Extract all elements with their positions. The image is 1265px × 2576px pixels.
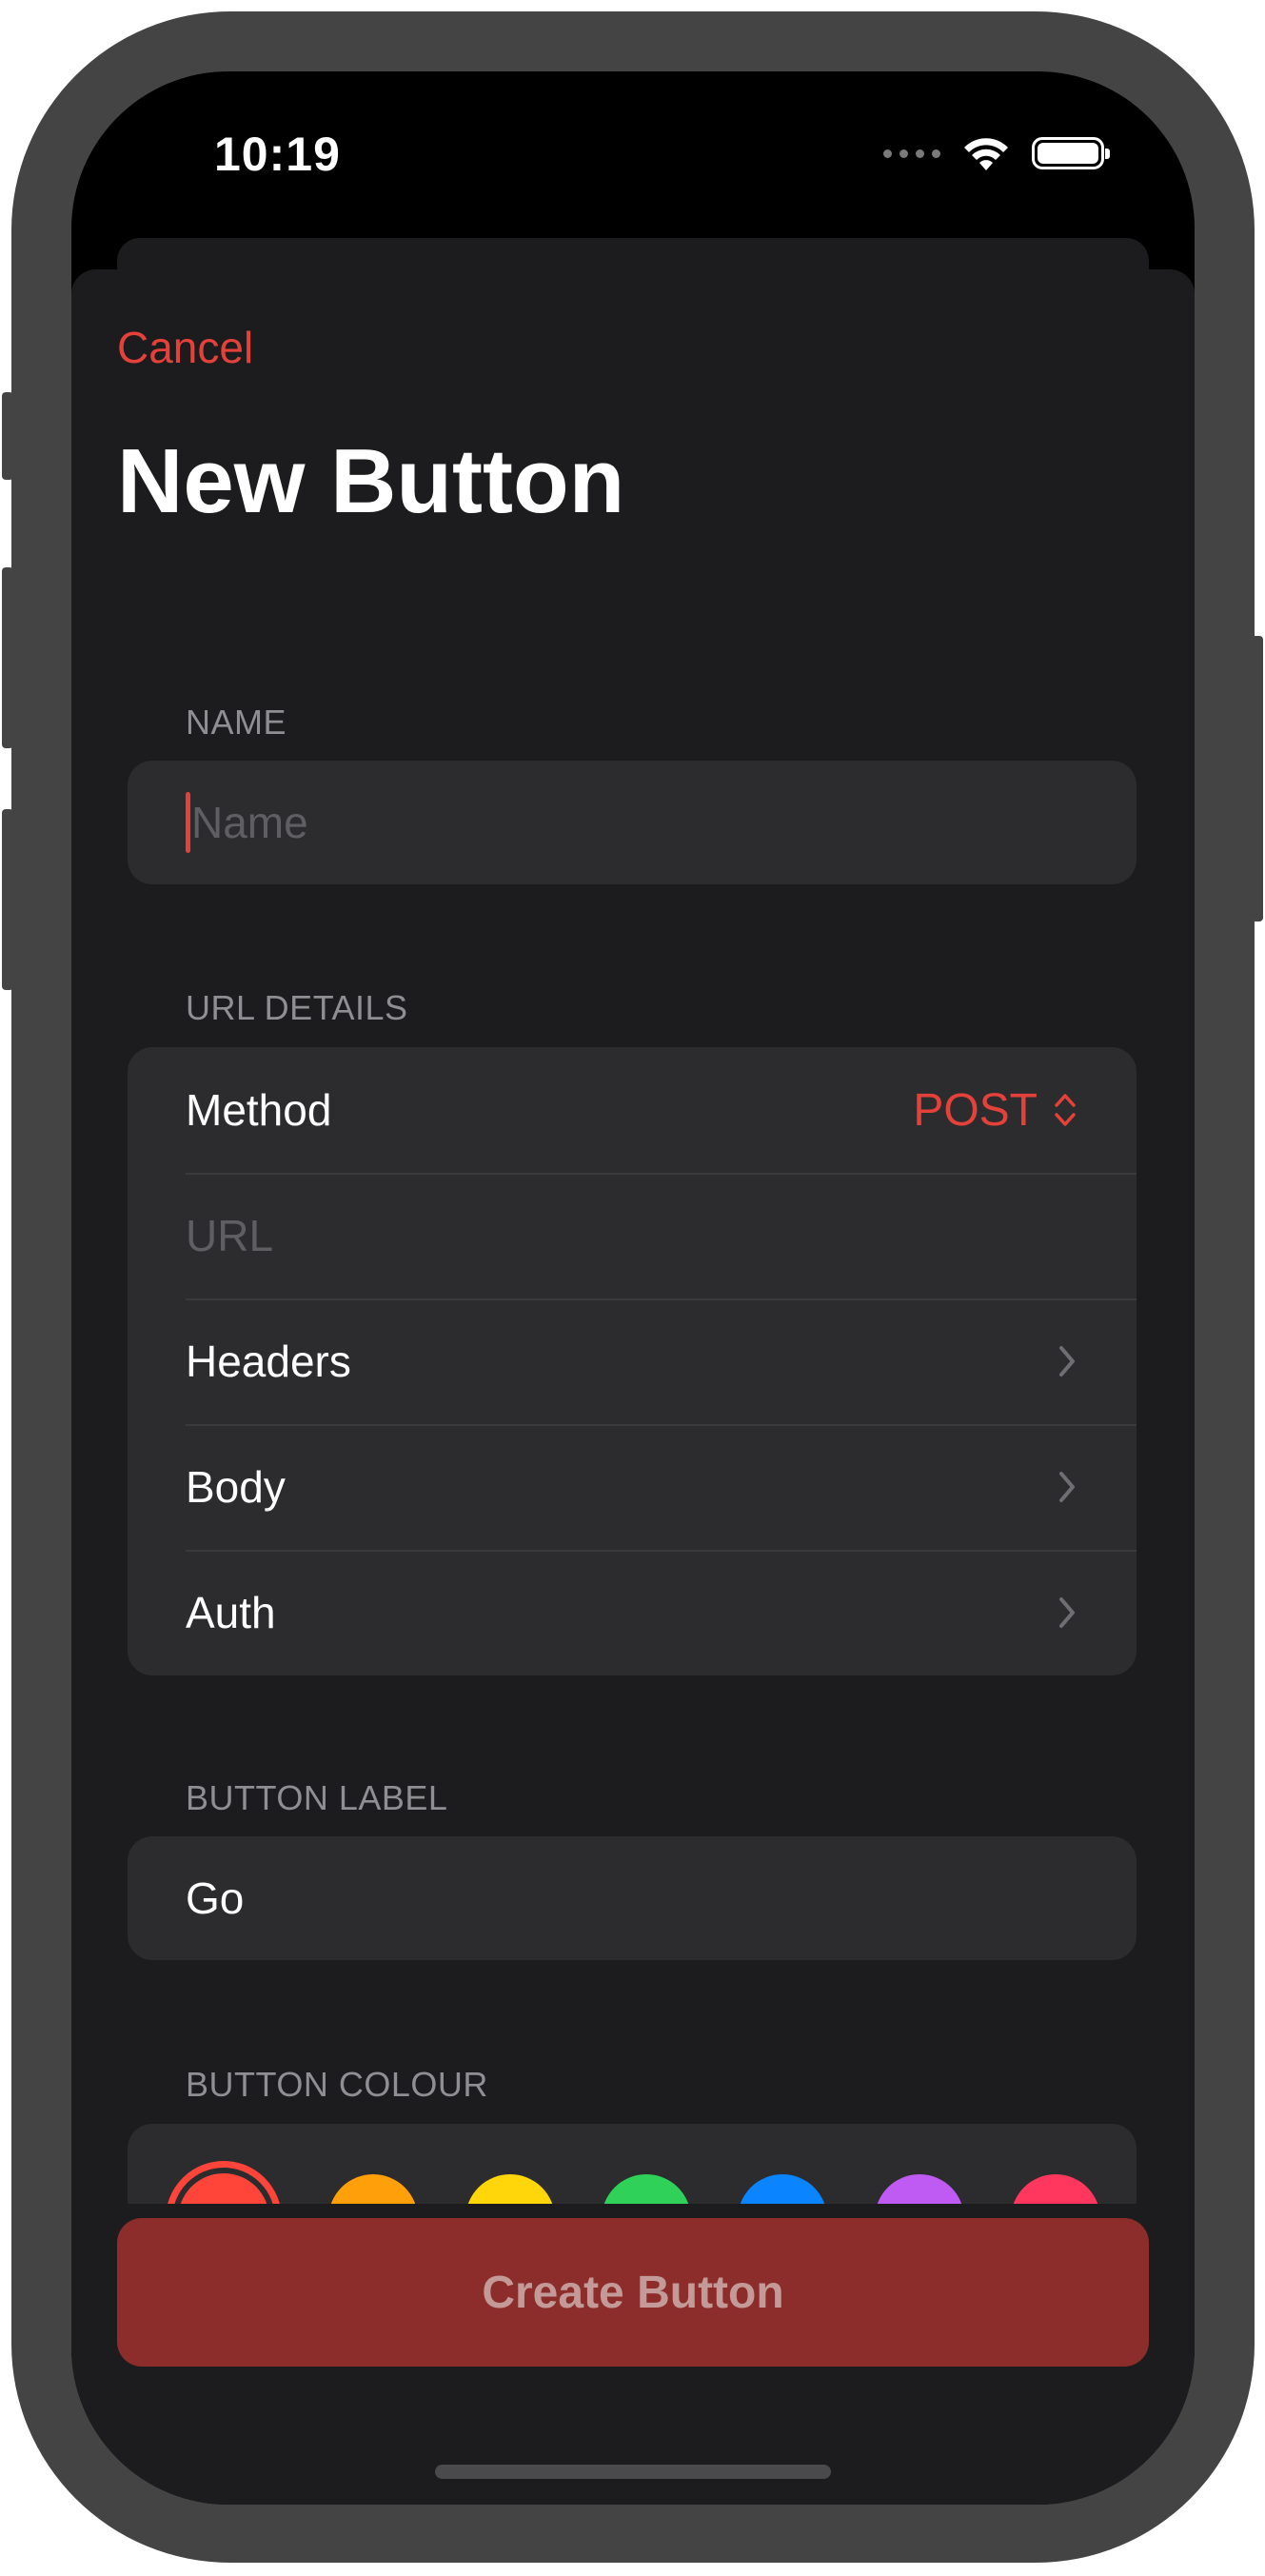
name-section-label: NAME [186, 703, 287, 742]
button-label-group: Go [128, 1836, 1137, 1960]
method-value: POST [913, 1084, 1038, 1136]
button-label-section-label: BUTTON LABEL [186, 1778, 448, 1817]
status-icons [883, 134, 1110, 172]
power-button [1252, 636, 1263, 921]
headers-row[interactable]: Headers [128, 1298, 1137, 1424]
cellular-signal-icon [883, 149, 940, 158]
cancel-button[interactable]: Cancel [117, 322, 253, 373]
button-label-field[interactable]: Go [128, 1836, 1137, 1960]
body-row[interactable]: Body [128, 1424, 1137, 1550]
button-label-value: Go [186, 1873, 245, 1923]
create-button[interactable]: Create Button [117, 2218, 1149, 2367]
page-title: New Button [117, 430, 625, 532]
name-field[interactable]: Name [128, 761, 1137, 884]
headers-label: Headers [186, 1337, 351, 1386]
name-placeholder: Name [191, 798, 308, 847]
body-label: Body [186, 1462, 286, 1512]
name-group: Name [128, 761, 1137, 884]
volume-up-button [2, 567, 13, 748]
method-picker[interactable]: POST [913, 1084, 1077, 1137]
chevron-right-icon [1057, 1594, 1077, 1632]
text-cursor [186, 792, 190, 853]
volume-down-button [2, 809, 13, 990]
create-button-area: Create Button [71, 2204, 1195, 2505]
wifi-icon [964, 138, 1008, 170]
url-field[interactable]: URL [128, 1173, 1137, 1298]
url-details-section-label: URL DETAILS [186, 988, 408, 1027]
method-label: Method [186, 1085, 332, 1135]
chevron-up-down-icon [1055, 1094, 1076, 1126]
ringer-switch [2, 392, 13, 480]
auth-row[interactable]: Auth [128, 1550, 1137, 1675]
auth-label: Auth [186, 1588, 276, 1637]
url-placeholder: URL [186, 1211, 274, 1260]
method-row[interactable]: Method POST [128, 1047, 1137, 1173]
screen: 10:19 Cancel New Button NAME Name URL DE… [71, 71, 1195, 2505]
url-details-group: Method POST URL Headers Body Auth [128, 1047, 1137, 1675]
chevron-right-icon [1057, 1342, 1077, 1380]
button-colour-section-label: BUTTON COLOUR [186, 2065, 488, 2104]
chevron-right-icon [1057, 1468, 1077, 1506]
home-indicator [435, 2465, 831, 2479]
new-button-sheet: Cancel New Button NAME Name URL DETAILS … [71, 269, 1195, 2505]
status-time: 10:19 [214, 128, 341, 181]
battery-icon [1032, 137, 1110, 169]
